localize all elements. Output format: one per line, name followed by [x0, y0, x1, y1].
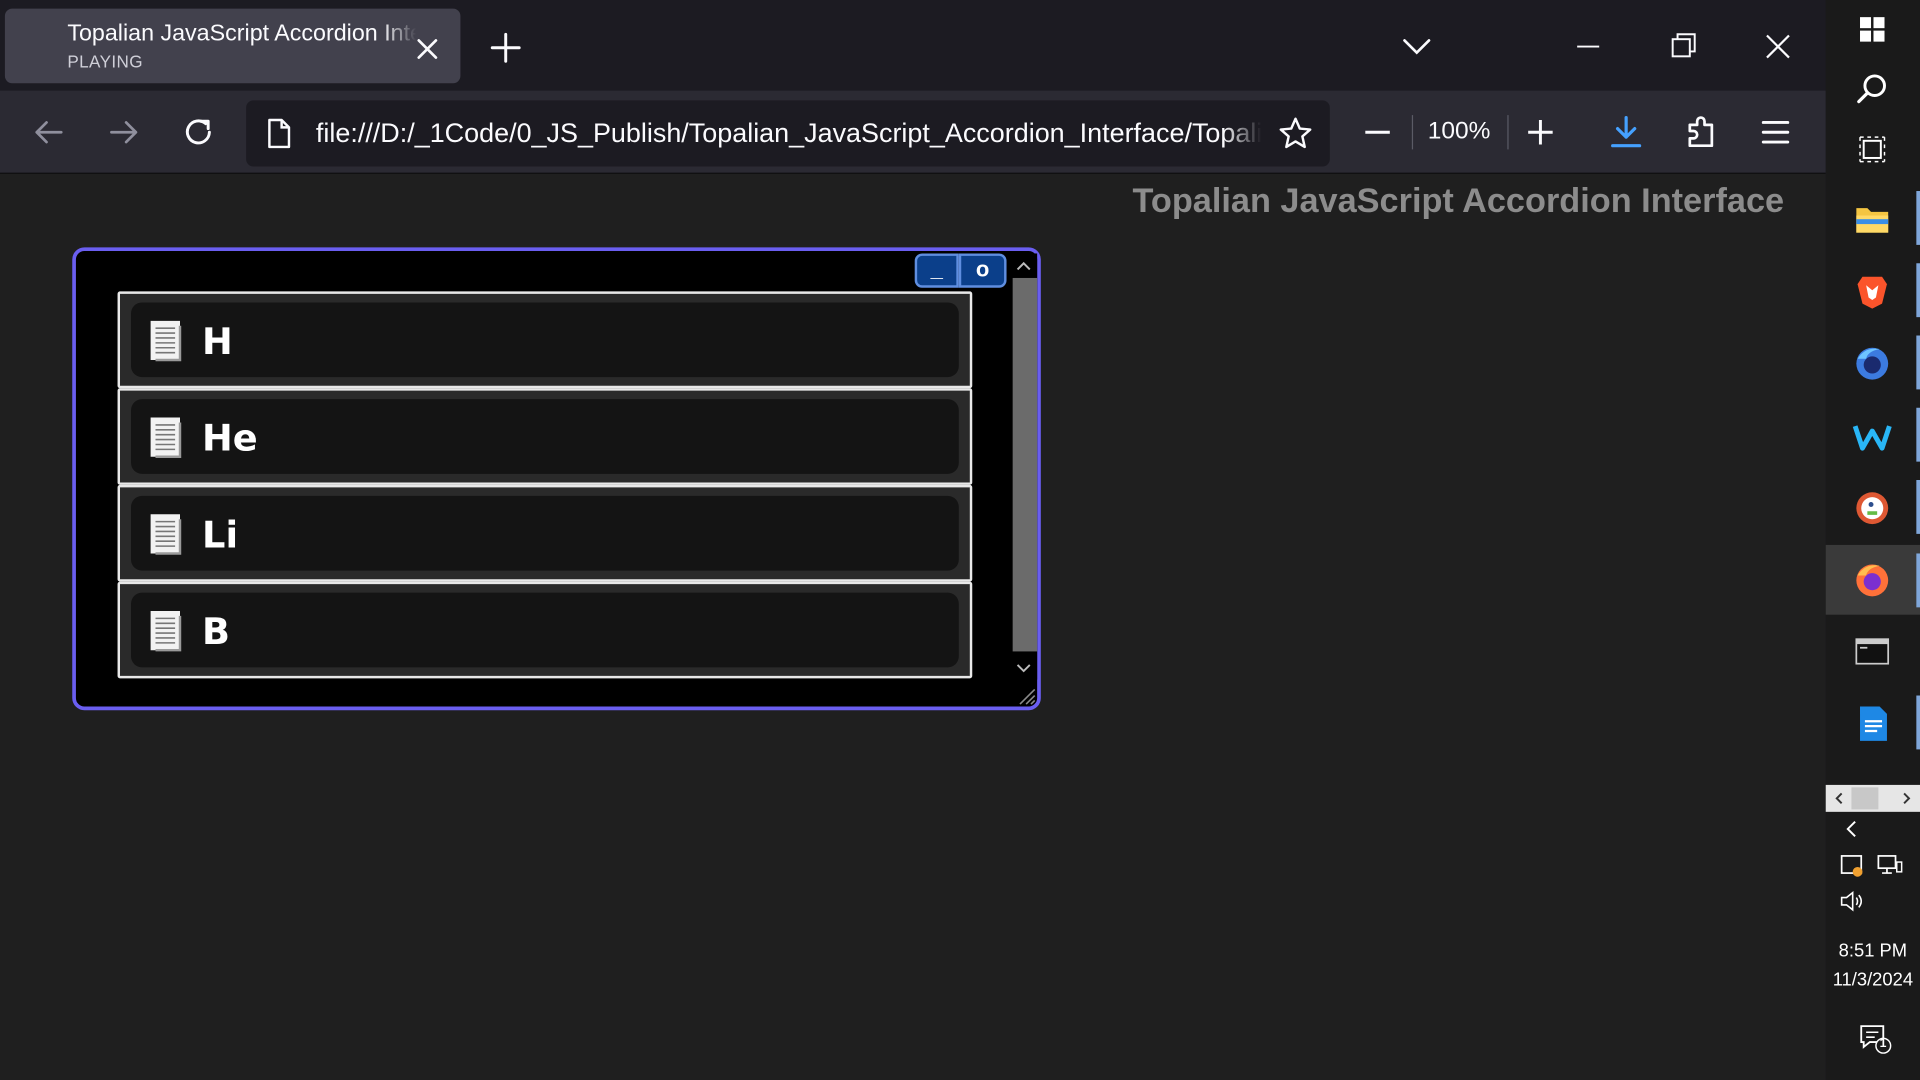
downloads-icon[interactable] — [1604, 110, 1648, 154]
taskbar-running-indicator — [1916, 480, 1920, 534]
terminal-icon[interactable] — [1850, 629, 1894, 673]
accordion-item[interactable]: He — [117, 388, 973, 485]
accordion-item-label: He — [202, 417, 258, 461]
reload-icon[interactable] — [176, 110, 220, 154]
show-hidden-icons-chevron-icon[interactable] — [1840, 818, 1862, 840]
tab-close-icon[interactable] — [411, 33, 443, 65]
scroll-down-arrow-icon[interactable] — [1015, 661, 1032, 676]
taskbar-running-indicator — [1916, 191, 1920, 245]
scroll-left-arrow-icon[interactable] — [1831, 790, 1848, 807]
url-text[interactable]: file:///D:/_1Code/0_JS_Publish/Topalian_… — [316, 118, 1261, 150]
waterfox-icon[interactable] — [1850, 414, 1894, 458]
url-bar[interactable]: file:///D:/_1Code/0_JS_Publish/Topalian_… — [246, 100, 1330, 167]
volume-speaker-icon[interactable] — [1838, 888, 1865, 915]
toolbar-separator — [1411, 115, 1414, 150]
document-page-icon — [150, 611, 182, 652]
tab-playing-status: PLAYING — [67, 51, 143, 72]
task-view-icon[interactable] — [1850, 127, 1894, 171]
taskbar-running-indicator — [1916, 407, 1920, 462]
document-page-icon — [150, 320, 182, 362]
taskbar-scroll-strip[interactable] — [1825, 784, 1920, 812]
duckduckgo-icon[interactable] — [1850, 486, 1894, 530]
document-page-icon — [150, 514, 182, 555]
toolbar-separator — [1507, 115, 1509, 150]
tab-title: Topalian JavaScript Accordion Interface — [67, 20, 416, 47]
forward-arrow-icon[interactable] — [102, 110, 146, 154]
back-arrow-icon[interactable] — [27, 110, 71, 154]
resize-grip-icon[interactable] — [1014, 683, 1036, 705]
browser-toolbar: file:///D:/_1Code/0_JS_Publish/Topalian_… — [0, 90, 1826, 174]
windows-start-icon[interactable] — [1850, 7, 1894, 51]
extensions-puzzle-icon[interactable] — [1680, 110, 1724, 154]
scroll-right-arrow-icon[interactable] — [1898, 790, 1915, 807]
accordion-item[interactable]: B — [117, 581, 973, 679]
accordion-item[interactable]: H — [117, 291, 973, 389]
page-title: Topalian JavaScript Accordion Interface — [1132, 181, 1785, 220]
app-menu-hamburger-icon[interactable] — [1753, 110, 1797, 154]
clock-time[interactable]: 8:51 PM — [1826, 940, 1920, 961]
notification-count-badge: 1 — [1879, 1037, 1887, 1051]
brave-browser-icon[interactable] — [1850, 269, 1894, 313]
taskbar-running-indicator — [1916, 695, 1920, 750]
file-explorer-icon[interactable] — [1850, 197, 1894, 241]
zoom-level[interactable]: 100% — [1428, 118, 1491, 146]
document-editor-icon[interactable] — [1850, 702, 1894, 746]
page-content: Topalian JavaScript Accordion Interface … — [0, 173, 1826, 1080]
maximize-button[interactable]: o — [958, 253, 1007, 288]
windows-taskbar: 8:51 PM 11/3/2024 1 — [1825, 0, 1920, 1080]
accordion-window: _ o H He Li B — [72, 247, 1041, 711]
accordion-item-header[interactable]: Li — [131, 495, 959, 571]
taskbar-scroll-thumb[interactable] — [1851, 787, 1879, 810]
taskbar-running-indicator — [1916, 553, 1920, 608]
zoom-out-icon[interactable] — [1356, 110, 1400, 154]
accordion-item-header[interactable]: H — [131, 302, 959, 378]
accordion-item-label: B — [202, 611, 231, 654]
taskbar-running-indicator — [1916, 263, 1920, 318]
scrollbar[interactable] — [1010, 253, 1038, 680]
browser-tab-active[interactable]: Topalian JavaScript Accordion Interface … — [4, 8, 461, 84]
window-minimize-icon[interactable] — [1564, 22, 1613, 71]
window-restore-icon[interactable] — [1659, 22, 1708, 71]
accordion-item-header[interactable]: B — [131, 592, 959, 668]
accordion-item-label: Li — [202, 514, 239, 558]
minimize-button[interactable]: _ — [914, 253, 959, 288]
document-page-icon — [150, 417, 182, 458]
firefox-icon[interactable] — [1850, 558, 1894, 602]
clock-date[interactable]: 11/3/2024 — [1826, 970, 1920, 991]
accordion-item[interactable]: Li — [117, 484, 973, 582]
accordion-item-label: H — [202, 320, 233, 364]
taskbar-running-indicator — [1916, 335, 1920, 390]
page-file-icon[interactable] — [263, 118, 295, 150]
zoom-in-icon[interactable] — [1518, 110, 1562, 154]
bookmark-star-icon[interactable] — [1277, 115, 1314, 152]
accordion-item-header[interactable]: He — [131, 399, 959, 474]
scrollbar-thumb[interactable] — [1012, 277, 1038, 652]
new-tab-plus-icon[interactable] — [485, 27, 527, 69]
list-all-tabs-chevron-icon[interactable] — [1392, 22, 1441, 71]
window-close-icon[interactable] — [1753, 22, 1802, 71]
sync-status-icon[interactable] — [1838, 852, 1865, 879]
firefox-developer-icon[interactable] — [1850, 342, 1894, 386]
network-icon[interactable] — [1875, 852, 1904, 879]
scroll-up-arrow-icon[interactable] — [1015, 258, 1032, 273]
search-icon[interactable] — [1850, 67, 1894, 111]
browser-titlebar: Topalian JavaScript Accordion Interface … — [0, 0, 1826, 91]
